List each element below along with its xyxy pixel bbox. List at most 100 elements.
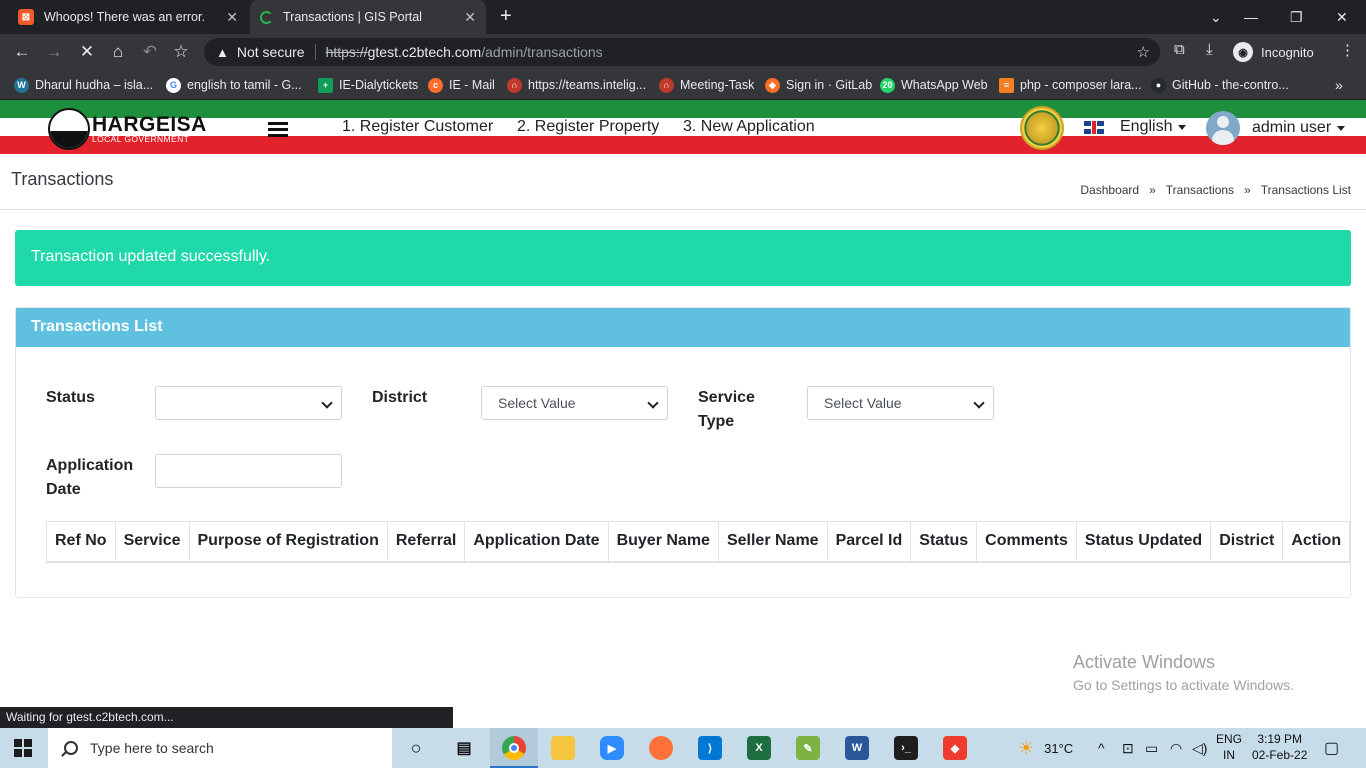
chrome-icon[interactable] (502, 736, 526, 760)
tab-title: Transactions | GIS Portal (283, 10, 422, 24)
bookmarks-bar: W Dharul hudha – isla... Genglish to tami… (0, 70, 1366, 100)
minimize-icon[interactable]: — (1244, 0, 1258, 34)
undo-icon[interactable]: ↶ (139, 41, 161, 63)
bookmark-item[interactable]: + IE-Dialytickets (318, 76, 418, 94)
bookmark-item[interactable]: ◆ Sign in · GitLab (765, 76, 872, 94)
bookmark-item[interactable]: Genglish to tamil - G... (166, 76, 302, 94)
back-icon[interactable]: ← (11, 41, 33, 63)
browser-tab-error[interactable]: ⊠ Whoops! There was an error. ✕ (8, 0, 248, 34)
page-title: Transactions (11, 169, 114, 189)
avatar (1206, 111, 1240, 145)
incognito-indicator[interactable]: ◉ Incognito (1233, 39, 1314, 65)
language-label: English (1120, 118, 1173, 135)
system-clock[interactable]: 3:19 PM 02-Feb-22 (1252, 731, 1307, 763)
task-view-icon[interactable]: ▤ (452, 736, 476, 760)
new-tab-button[interactable]: + (500, 6, 512, 26)
firefox-icon[interactable] (649, 736, 673, 760)
hargeisa-logo[interactable]: HARGEISA LOCAL GOVERNMENT (48, 108, 207, 150)
hamburger-menu-icon[interactable] (268, 122, 288, 140)
nav-new-application[interactable]: 3. New Application (683, 118, 815, 138)
crop-icon[interactable]: ⧉ (1174, 41, 1185, 58)
zoom-icon[interactable]: ▶ (600, 736, 624, 760)
close-icon[interactable]: ✕ (464, 9, 476, 26)
star-icon[interactable]: ☆ (1137, 43, 1150, 61)
service-type-select[interactable]: Select Value (807, 386, 994, 420)
bookmark-item[interactable]: ≡ php - composer lara... (999, 76, 1142, 94)
whatsapp-icon: 20 (880, 77, 895, 93)
column-header-ref-no[interactable]: Ref No (46, 521, 116, 563)
breadcrumb: Dashboard » Transactions » Transactions … (1080, 183, 1351, 197)
application-date-input[interactable] (155, 454, 342, 488)
vscode-icon[interactable]: ⟩ (698, 736, 722, 760)
input-language[interactable]: ENG IN (1216, 731, 1242, 763)
district-select[interactable]: Select Value (481, 386, 668, 420)
incognito-icon: ◉ (1233, 42, 1253, 62)
file-explorer-icon[interactable] (551, 736, 575, 760)
word-icon[interactable]: W (845, 736, 869, 760)
column-header-status-updated[interactable]: Status Updated (1075, 521, 1212, 563)
breadcrumb-transactions[interactable]: Transactions (1166, 183, 1234, 197)
column-header-service[interactable]: Service (114, 521, 190, 563)
column-header-district[interactable]: District (1210, 521, 1284, 563)
restore-icon[interactable]: ❐ (1290, 0, 1303, 34)
chevron-up-icon[interactable]: ^ (1098, 728, 1105, 768)
wordpress-icon: W (14, 77, 29, 93)
github-icon: ● (1151, 77, 1166, 93)
nav-register-property[interactable]: 2. Register Property (517, 118, 659, 138)
weather-widget[interactable]: ☀ 31°C (1018, 728, 1073, 768)
user-menu[interactable]: admin user (1206, 111, 1346, 145)
browser-tab-transactions[interactable]: Transactions | GIS Portal ✕ (250, 0, 486, 34)
volume-icon[interactable]: ◁) (1192, 728, 1207, 768)
more-bookmarks-icon[interactable]: » (1335, 76, 1343, 94)
meet-icon[interactable]: ⊡ (1122, 728, 1134, 768)
cortana-icon[interactable]: ○ (404, 736, 428, 760)
bookmark-item[interactable]: ● GitHub - the-contro... (1151, 76, 1289, 94)
column-header-purpose-of-registration[interactable]: Purpose of Registration (188, 521, 388, 563)
uk-flag-icon (1084, 120, 1104, 134)
download-icon[interactable]: ⤓ (1206, 41, 1213, 58)
bookmark-item[interactable]: c IE - Mail (428, 76, 495, 94)
address-bar[interactable]: ▲ Not secure https:// gtest.c2btech.com … (204, 38, 1160, 66)
language-dropdown[interactable]: English (1084, 118, 1187, 136)
column-header-application-date[interactable]: Application Date (464, 521, 609, 563)
close-icon[interactable]: ✕ (226, 9, 238, 26)
column-header-status[interactable]: Status (910, 521, 978, 563)
sheets-icon: + (318, 77, 333, 93)
notification-icon[interactable]: ▢ (1324, 728, 1339, 768)
bookmark-item[interactable]: ∩ https://teams.intelig... (507, 76, 646, 94)
column-header-buyer-name[interactable]: Buyer Name (607, 521, 719, 563)
column-header-action[interactable]: Action (1282, 521, 1351, 563)
transactions-card: Transactions List Status District Select… (15, 307, 1351, 598)
brand-name: HARGEISA (92, 113, 207, 137)
bookmark-star-icon[interactable]: ☆ (170, 41, 192, 63)
stop-loading-icon[interactable]: ✕ (76, 41, 98, 63)
battery-icon[interactable]: ▭ (1145, 728, 1158, 768)
tab-search-icon[interactable]: ⌄ (1210, 0, 1222, 34)
windows-start-icon[interactable] (14, 739, 32, 757)
chart-app-icon[interactable]: ✎ (796, 736, 820, 760)
anydesk-icon[interactable]: ◆ (943, 736, 967, 760)
weather-sun-icon: ☀ (1018, 737, 1035, 758)
bookmark-item[interactable]: W Dharul hudha – isla... (14, 76, 153, 94)
search-icon (64, 741, 78, 755)
bookmark-item[interactable]: 20 WhatsApp Web (880, 76, 988, 94)
excel-icon[interactable]: X (747, 736, 771, 760)
nav-register-customer[interactable]: 1. Register Customer (342, 118, 493, 138)
column-header-seller-name[interactable]: Seller Name (717, 521, 828, 563)
activate-windows-watermark: Activate Windows Go to Settings to activ… (1073, 652, 1294, 693)
bookmark-item[interactable]: ∩ Meeting-Task (659, 76, 754, 94)
home-icon[interactable]: ⌂ (107, 41, 129, 63)
wifi-icon[interactable]: ◠ (1170, 728, 1182, 768)
column-header-referral[interactable]: Referral (386, 521, 466, 563)
government-emblem-icon (1020, 106, 1064, 150)
taskbar-search-input[interactable]: Type here to search (48, 728, 392, 768)
terminal-icon[interactable]: ›_ (894, 736, 918, 760)
column-header-comments[interactable]: Comments (976, 521, 1077, 563)
status-select[interactable] (155, 386, 342, 420)
window-close-icon[interactable]: ✕ (1336, 0, 1348, 34)
breadcrumb-dashboard[interactable]: Dashboard (1080, 183, 1139, 197)
caret-down-icon (1337, 125, 1346, 131)
more-menu-icon[interactable]: ⋮ (1340, 41, 1355, 59)
column-header-parcel-id[interactable]: Parcel Id (826, 521, 912, 563)
forward-icon[interactable]: → (43, 41, 65, 63)
